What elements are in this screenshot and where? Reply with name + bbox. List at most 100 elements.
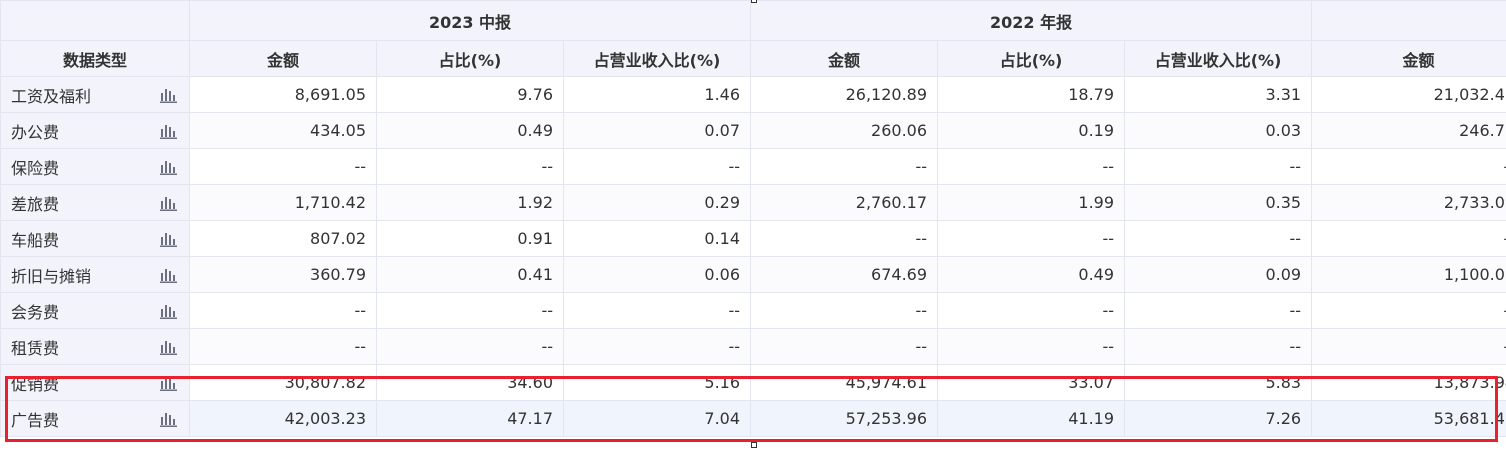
table-row[interactable]: 保险费-------------- bbox=[0, 148, 1506, 185]
table-row[interactable]: 车船费807.020.910.14-------- bbox=[0, 220, 1506, 257]
value-cell-col-3: 0.06 bbox=[562, 256, 752, 293]
value-cell-col-6: -- bbox=[1124, 292, 1313, 329]
value-cell-col-4: 45,974.61 bbox=[750, 364, 939, 401]
value-cell-col-4: -- bbox=[750, 292, 939, 329]
value-cell-col-5: 0.19 bbox=[937, 112, 1126, 149]
value-cell-col-1: 8,691.05 bbox=[189, 76, 377, 113]
table-row[interactable]: 差旅费 1,710.42 1.92 0.29 2,760.17 1.99 0.35 2,733… bbox=[0, 184, 1506, 221]
row-type-cell: 差旅费 bbox=[0, 184, 190, 221]
value-cell-col-3: 1.46 bbox=[562, 76, 752, 113]
value-cell-col-5: 18.79 bbox=[937, 76, 1126, 113]
header-group-spacer bbox=[1311, 0, 1506, 41]
table-row[interactable]: 办公费 434.050.490.07260.060.190.03246.71 bbox=[0, 112, 1506, 149]
value-cell-col-3: 0.14 bbox=[562, 220, 752, 257]
value-cell-col-5: 0.49 bbox=[937, 256, 1126, 293]
bar-chart-icon[interactable] bbox=[160, 375, 177, 391]
row-type-label: 工资及福利 bbox=[11, 86, 92, 106]
value-cell-col-2: -- bbox=[376, 148, 564, 185]
value-cell-col-6: 3.31 bbox=[1124, 76, 1313, 113]
value-cell-col-1: 1,710.42 bbox=[189, 184, 377, 221]
table-row[interactable]: 折旧与摊销 360.79 0.41 0.06 674.69 0.49 0.09 1,100.0… bbox=[0, 256, 1506, 293]
value-cell-col-6: -- bbox=[1124, 328, 1313, 365]
table-row[interactable]: 促销费 30,807.82 34.60 5.16 45,974.61 33.07 5.83 1… bbox=[0, 364, 1506, 401]
value-cell-col-3: 0.29 bbox=[562, 184, 752, 221]
expense-breakdown-table: 2023 中报 2022 年报 数据类型 金额 占比(%) 占营业收入比(%) … bbox=[0, 0, 1506, 437]
bar-chart-icon[interactable] bbox=[160, 159, 177, 175]
row-type-label: 会务费 bbox=[11, 302, 60, 322]
value-cell-col-6: 0.03 bbox=[1124, 112, 1313, 149]
bar-chart-icon[interactable] bbox=[160, 87, 177, 103]
header-column-row: 数据类型 金额 占比(%) 占营业收入比(%) 金额 占比(%) 占营业收入比(… bbox=[0, 40, 1506, 77]
value-cell-col-1: 30,807.82 bbox=[189, 364, 377, 401]
value-cell-col-1: -- bbox=[189, 292, 377, 329]
value-cell-col-5: -- bbox=[937, 220, 1126, 257]
header-2023-amount[interactable]: 金额 bbox=[189, 40, 377, 77]
value-cell-col-7: 2,733.09 bbox=[1311, 184, 1506, 221]
row-type-label: 车船费 bbox=[11, 230, 60, 250]
selection-handle-top[interactable] bbox=[751, 0, 757, 3]
value-cell-col-7: -- bbox=[1311, 220, 1506, 257]
value-cell-col-7: -- bbox=[1311, 148, 1506, 185]
row-type-cell: 办公费 bbox=[0, 112, 190, 149]
row-type-label: 广告费 bbox=[11, 410, 60, 430]
financial-table-view: 2023 中报 2022 年报 数据类型 金额 占比(%) 占营业收入比(%) … bbox=[0, 0, 1506, 450]
bar-chart-icon[interactable] bbox=[160, 303, 177, 319]
value-cell-col-7: -- bbox=[1311, 328, 1506, 365]
table-row[interactable]: 工资及福利 8,691.05 9.76 1.46 26,120.89 18.79 3.31 2… bbox=[0, 76, 1506, 113]
value-cell-col-2: 0.41 bbox=[376, 256, 564, 293]
value-cell-col-2: -- bbox=[376, 328, 564, 365]
selection-handle-bottom[interactable] bbox=[751, 442, 757, 448]
value-cell-col-6: -- bbox=[1124, 148, 1313, 185]
bar-chart-icon[interactable] bbox=[160, 339, 177, 355]
row-type-cell: 会务费 bbox=[0, 292, 190, 329]
value-cell-col-7: 13,873.94 bbox=[1311, 364, 1506, 401]
row-type-cell: 广告费 bbox=[0, 400, 190, 437]
value-cell-col-2: 0.49 bbox=[376, 112, 564, 149]
value-cell-col-4: 2,760.17 bbox=[750, 184, 939, 221]
header-group-2023-mid: 2023 中报 bbox=[188, 0, 752, 41]
value-cell-col-4: 57,253.96 bbox=[750, 400, 939, 437]
header-group-2022-annual: 2022 年报 bbox=[750, 0, 1313, 41]
row-type-cell: 促销费 bbox=[0, 364, 190, 401]
bar-chart-icon[interactable] bbox=[160, 123, 177, 139]
header-2022-amount[interactable]: 金额 bbox=[750, 40, 939, 77]
bar-chart-icon[interactable] bbox=[160, 267, 177, 283]
value-cell-col-3: 7.04 bbox=[562, 400, 752, 437]
table-row[interactable]: 广告费 42,003.23 47.17 7.04 57,253.96 41.19 7.26 5… bbox=[0, 400, 1506, 437]
value-cell-col-4: 260.06 bbox=[750, 112, 939, 149]
value-cell-col-1: 42,003.23 bbox=[189, 400, 377, 437]
value-cell-col-4: -- bbox=[750, 328, 939, 365]
value-cell-col-2: 1.92 bbox=[376, 184, 564, 221]
table-body: 工资及福利 8,691.05 9.76 1.46 26,120.89 18.79 3.31 2… bbox=[0, 76, 1506, 437]
table-row[interactable]: 会务费-------------- bbox=[0, 292, 1506, 329]
header-2022-revenue-ratio[interactable]: 占营业收入比(%) bbox=[1124, 40, 1313, 77]
bar-chart-icon[interactable] bbox=[160, 231, 177, 247]
value-cell-col-1: 807.02 bbox=[189, 220, 377, 257]
bar-chart-icon[interactable] bbox=[160, 411, 177, 427]
value-cell-col-6: 0.35 bbox=[1124, 184, 1313, 221]
value-cell-col-3: 0.07 bbox=[562, 112, 752, 149]
bar-chart-icon[interactable] bbox=[160, 195, 177, 211]
row-type-label: 保险费 bbox=[11, 158, 60, 178]
header-2022-ratio[interactable]: 占比(%) bbox=[937, 40, 1126, 77]
value-cell-col-6: 5.83 bbox=[1124, 364, 1313, 401]
header-2023-ratio[interactable]: 占比(%) bbox=[376, 40, 564, 77]
value-cell-col-6: -- bbox=[1124, 220, 1313, 257]
row-type-cell: 车船费 bbox=[0, 220, 190, 257]
row-type-label: 办公费 bbox=[11, 122, 60, 142]
value-cell-col-4: -- bbox=[750, 148, 939, 185]
row-type-label: 促销费 bbox=[11, 374, 60, 394]
header-2023-revenue-ratio[interactable]: 占营业收入比(%) bbox=[562, 40, 752, 77]
value-cell-col-1: -- bbox=[189, 328, 377, 365]
value-cell-col-2: -- bbox=[376, 292, 564, 329]
value-cell-col-6: 7.26 bbox=[1124, 400, 1313, 437]
row-type-label: 折旧与摊销 bbox=[11, 266, 92, 286]
header-data-type: 数据类型 bbox=[0, 40, 190, 77]
value-cell-col-4: 26,120.89 bbox=[750, 76, 939, 113]
header-next-amount[interactable]: 金额 bbox=[1311, 40, 1506, 77]
value-cell-col-3: -- bbox=[562, 292, 752, 329]
row-type-cell: 折旧与摊销 bbox=[0, 256, 190, 293]
table-row[interactable]: 租赁费-------------- bbox=[0, 328, 1506, 365]
value-cell-col-3: 5.16 bbox=[562, 364, 752, 401]
value-cell-col-7: 246.71 bbox=[1311, 112, 1506, 149]
